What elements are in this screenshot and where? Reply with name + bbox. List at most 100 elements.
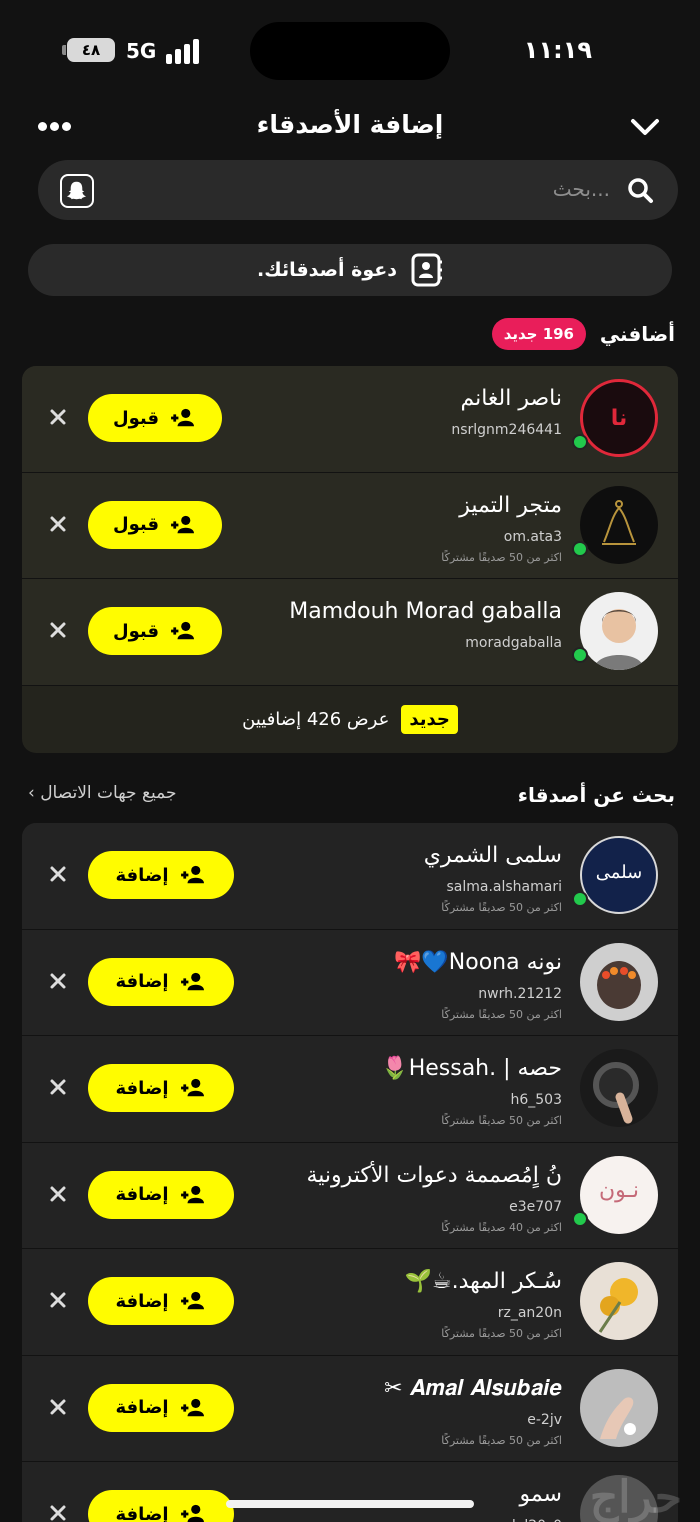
added-me-title: أضافني [599, 322, 675, 346]
add-friend-icon [171, 621, 195, 640]
add-friend-icon [180, 972, 204, 990]
signal-icon [166, 38, 206, 64]
status-bar: ٤٨ 5G ١١:١٩ [0, 0, 700, 100]
avatar[interactable] [580, 1368, 658, 1447]
online-indicator [572, 647, 588, 663]
network-label: 5G [126, 39, 157, 63]
avatar[interactable] [580, 485, 658, 564]
suggestion-row[interactable]: نـون نُ اٍمُصممة دعوات الأكترونية e3e707… [22, 1142, 678, 1249]
accept-label: قبول [112, 514, 160, 535]
close-icon[interactable] [48, 864, 68, 884]
all-contacts-link[interactable]: ‹ جميع جهات الاتصال [28, 783, 176, 803]
add-friend-icon [180, 1078, 204, 1097]
invite-friends-button[interactable]: دعوة أصدقائك. [28, 244, 672, 296]
close-icon[interactable] [48, 620, 68, 640]
add-button[interactable]: إضافة [88, 851, 234, 899]
suggestion-row[interactable]: حصه | .Hessah🌷 h6_503 اكثر من 50 صديقًا … [22, 1036, 678, 1143]
invite-label: دعوة أصدقائك. [257, 259, 397, 281]
close-icon[interactable] [48, 971, 68, 991]
avatar[interactable] [580, 942, 658, 1021]
header: إضافة الأصدقاء [0, 100, 700, 156]
mutual-friends: اكثر من 50 صديقًا مشتركًا [441, 901, 562, 914]
accept-button[interactable]: قبول [88, 394, 222, 442]
avatar[interactable]: سلمى [580, 836, 658, 914]
close-icon[interactable] [48, 514, 68, 534]
avatar[interactable] [580, 592, 658, 670]
add-friend-icon [171, 515, 195, 533]
friend-username: om.ata3 [503, 528, 562, 545]
mutual-friends: اكثر من 50 صديقًا مشتركًا [441, 1327, 562, 1340]
friend-username: e3e707 [509, 1198, 562, 1215]
online-indicator [572, 540, 588, 557]
view-more-requests[interactable]: جديد عرض 426 إضافيين [22, 685, 678, 753]
friend-username: nsrlgnm246441 [451, 422, 562, 438]
dynamic-island [250, 22, 450, 80]
suggestion-row[interactable]: سلمى سلمى الشمري salma.alshamari اكثر من… [22, 823, 678, 930]
find-friends-title: بحث عن أصدقاء [517, 783, 675, 807]
avatar[interactable]: نـون [580, 1155, 658, 1234]
friend-username: nwrh.21212 [478, 985, 562, 1002]
avatar[interactable] [580, 1049, 658, 1127]
page-title: إضافة الأصدقاء [256, 110, 444, 139]
search-input[interactable]: بحث... [38, 160, 678, 220]
add-friend-icon [180, 865, 204, 884]
watermark: حراج [589, 1472, 682, 1522]
close-icon[interactable] [48, 1503, 68, 1522]
suggestion-row[interactable]: 𝑨𝒎𝒂𝒍 𝑨𝒍𝒔𝒖𝒃𝒂𝒊𝒆 ✂ e-2jv اكثر من 50 صديقًا … [22, 1355, 678, 1462]
added-me-card: نا ناصر الغانم nsrlgnm246441 قبول متجر ا… [22, 366, 678, 753]
online-indicator [572, 891, 588, 907]
friend-request-row[interactable]: متجر التميز om.ata3 اكثر من 50 صديقًا مش… [22, 472, 678, 579]
add-button[interactable]: إضافة [88, 1490, 234, 1522]
friend-name: نُ اٍمُصممة دعوات الأكترونية [306, 1162, 562, 1188]
close-icon[interactable] [48, 1397, 68, 1417]
accept-label: قبول [112, 620, 160, 642]
new-requests-badge: 196 جديد [491, 318, 586, 350]
close-icon[interactable] [48, 1184, 68, 1204]
add-friend-icon [171, 408, 195, 427]
chevron-down-icon[interactable] [628, 110, 662, 144]
avatar[interactable] [580, 1262, 658, 1340]
accept-label: قبول [112, 407, 160, 429]
add-button[interactable]: إضافة [88, 1383, 234, 1432]
mutual-friends: اكثر من 50 صديقًا مشتركًا [441, 1007, 562, 1021]
suggestion-row[interactable]: سمو dal20_0 إضافة [22, 1462, 678, 1522]
friend-username: salma.alshamari [446, 879, 562, 895]
friend-name: 𝑨𝒎𝒂𝒍 𝑨𝒍𝒔𝒖𝒃𝒂𝒊𝒆 ✂ [384, 1375, 562, 1401]
friend-name: حصه | .Hessah🌷 [381, 1056, 562, 1081]
friend-name: Mamdouh Morad gaballa [289, 599, 562, 624]
friend-request-row[interactable]: Mamdouh Morad gaballa moradgaballa قبول [22, 579, 678, 686]
view-more-label: عرض 426 إضافيين [242, 708, 390, 730]
avatar[interactable]: نا [580, 379, 658, 457]
add-button[interactable]: إضافة [88, 957, 234, 1006]
add-friend-icon [180, 1291, 204, 1310]
friend-name: متجر التميز [459, 492, 562, 518]
add-button[interactable]: إضافة [88, 1277, 234, 1325]
status-time: ١١:١٩ [523, 36, 592, 64]
snapchat-ghost-icon[interactable] [60, 174, 94, 208]
more-icon[interactable] [38, 122, 72, 132]
new-tag: جديد [401, 704, 458, 734]
online-indicator [572, 434, 588, 450]
add-button[interactable]: إضافة [88, 1064, 234, 1112]
close-icon[interactable] [48, 1077, 68, 1097]
add-label: إضافة [115, 1503, 169, 1522]
mutual-friends: اكثر من 50 صديقًا مشتركًا [441, 550, 562, 564]
friend-request-row[interactable]: نا ناصر الغانم nsrlgnm246441 قبول [22, 366, 678, 473]
contacts-book-icon [411, 253, 442, 287]
mutual-friends: اكثر من 50 صديقًا مشتركًا [441, 1114, 562, 1127]
add-label: إضافة [115, 1077, 169, 1099]
battery-cap [62, 45, 66, 55]
close-icon[interactable] [48, 1290, 68, 1310]
online-indicator [572, 1210, 588, 1227]
accept-button[interactable]: قبول [88, 500, 222, 549]
suggestion-row[interactable]: سُـكر المهد.☕🌱 rz_an20n اكثر من 50 صديقً… [22, 1249, 678, 1356]
close-icon[interactable] [48, 407, 68, 427]
suggestion-row[interactable]: نونه Noona💙🎀 nwrh.21212 اكثر من 50 صديقً… [22, 929, 678, 1036]
accept-button[interactable]: قبول [88, 607, 222, 655]
home-indicator[interactable] [226, 1500, 474, 1508]
add-friend-icon [180, 1185, 204, 1203]
friend-name: نونه Noona💙🎀 [393, 949, 562, 975]
add-button[interactable]: إضافة [88, 1170, 234, 1219]
friend-username: dal20_0 [507, 1518, 562, 1522]
add-label: إضافة [115, 1184, 169, 1205]
